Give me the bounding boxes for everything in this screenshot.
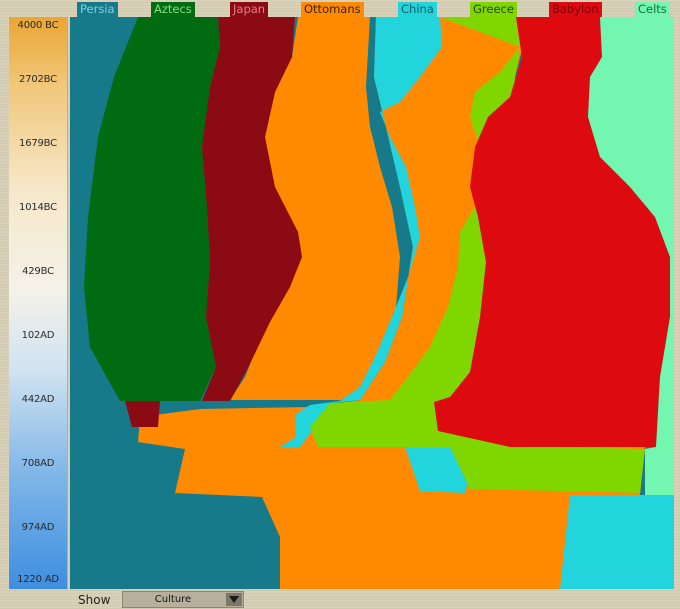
timeline-label: 1679BC xyxy=(19,138,57,149)
show-dropdown[interactable]: Culture xyxy=(122,591,244,608)
civ-tab-ottomans: Ottomans xyxy=(301,2,364,17)
timeline-label: 102AD xyxy=(21,330,55,341)
civ-tab-babylon: Babylon xyxy=(549,2,602,17)
show-label: Show xyxy=(78,593,111,607)
civ-tab-persia: Persia xyxy=(77,2,118,17)
civ-tab-greece: Greece xyxy=(470,2,517,17)
timeline-label: 429BC xyxy=(22,266,54,277)
timeline-label: 4000 BC xyxy=(17,20,59,31)
history-chart xyxy=(70,17,674,589)
civ-tab-aztecs: Aztecs xyxy=(151,2,195,17)
timeline-label: 1220 AD xyxy=(17,574,59,585)
timeline-bar xyxy=(9,17,68,589)
civ-tab-japan: Japan xyxy=(230,2,269,17)
timeline-label: 2702BC xyxy=(19,74,57,85)
civ-tab-celts: Celts xyxy=(635,2,670,17)
timeline-label: 974AD xyxy=(21,522,55,533)
timeline-label: 442AD xyxy=(21,394,55,405)
civ-tab-china: China xyxy=(398,2,437,17)
chevron-down-icon[interactable] xyxy=(226,593,242,606)
timeline-label: 708AD xyxy=(21,458,55,469)
show-dropdown-value: Culture xyxy=(154,594,192,605)
timeline-label: 1014BC xyxy=(19,202,57,213)
